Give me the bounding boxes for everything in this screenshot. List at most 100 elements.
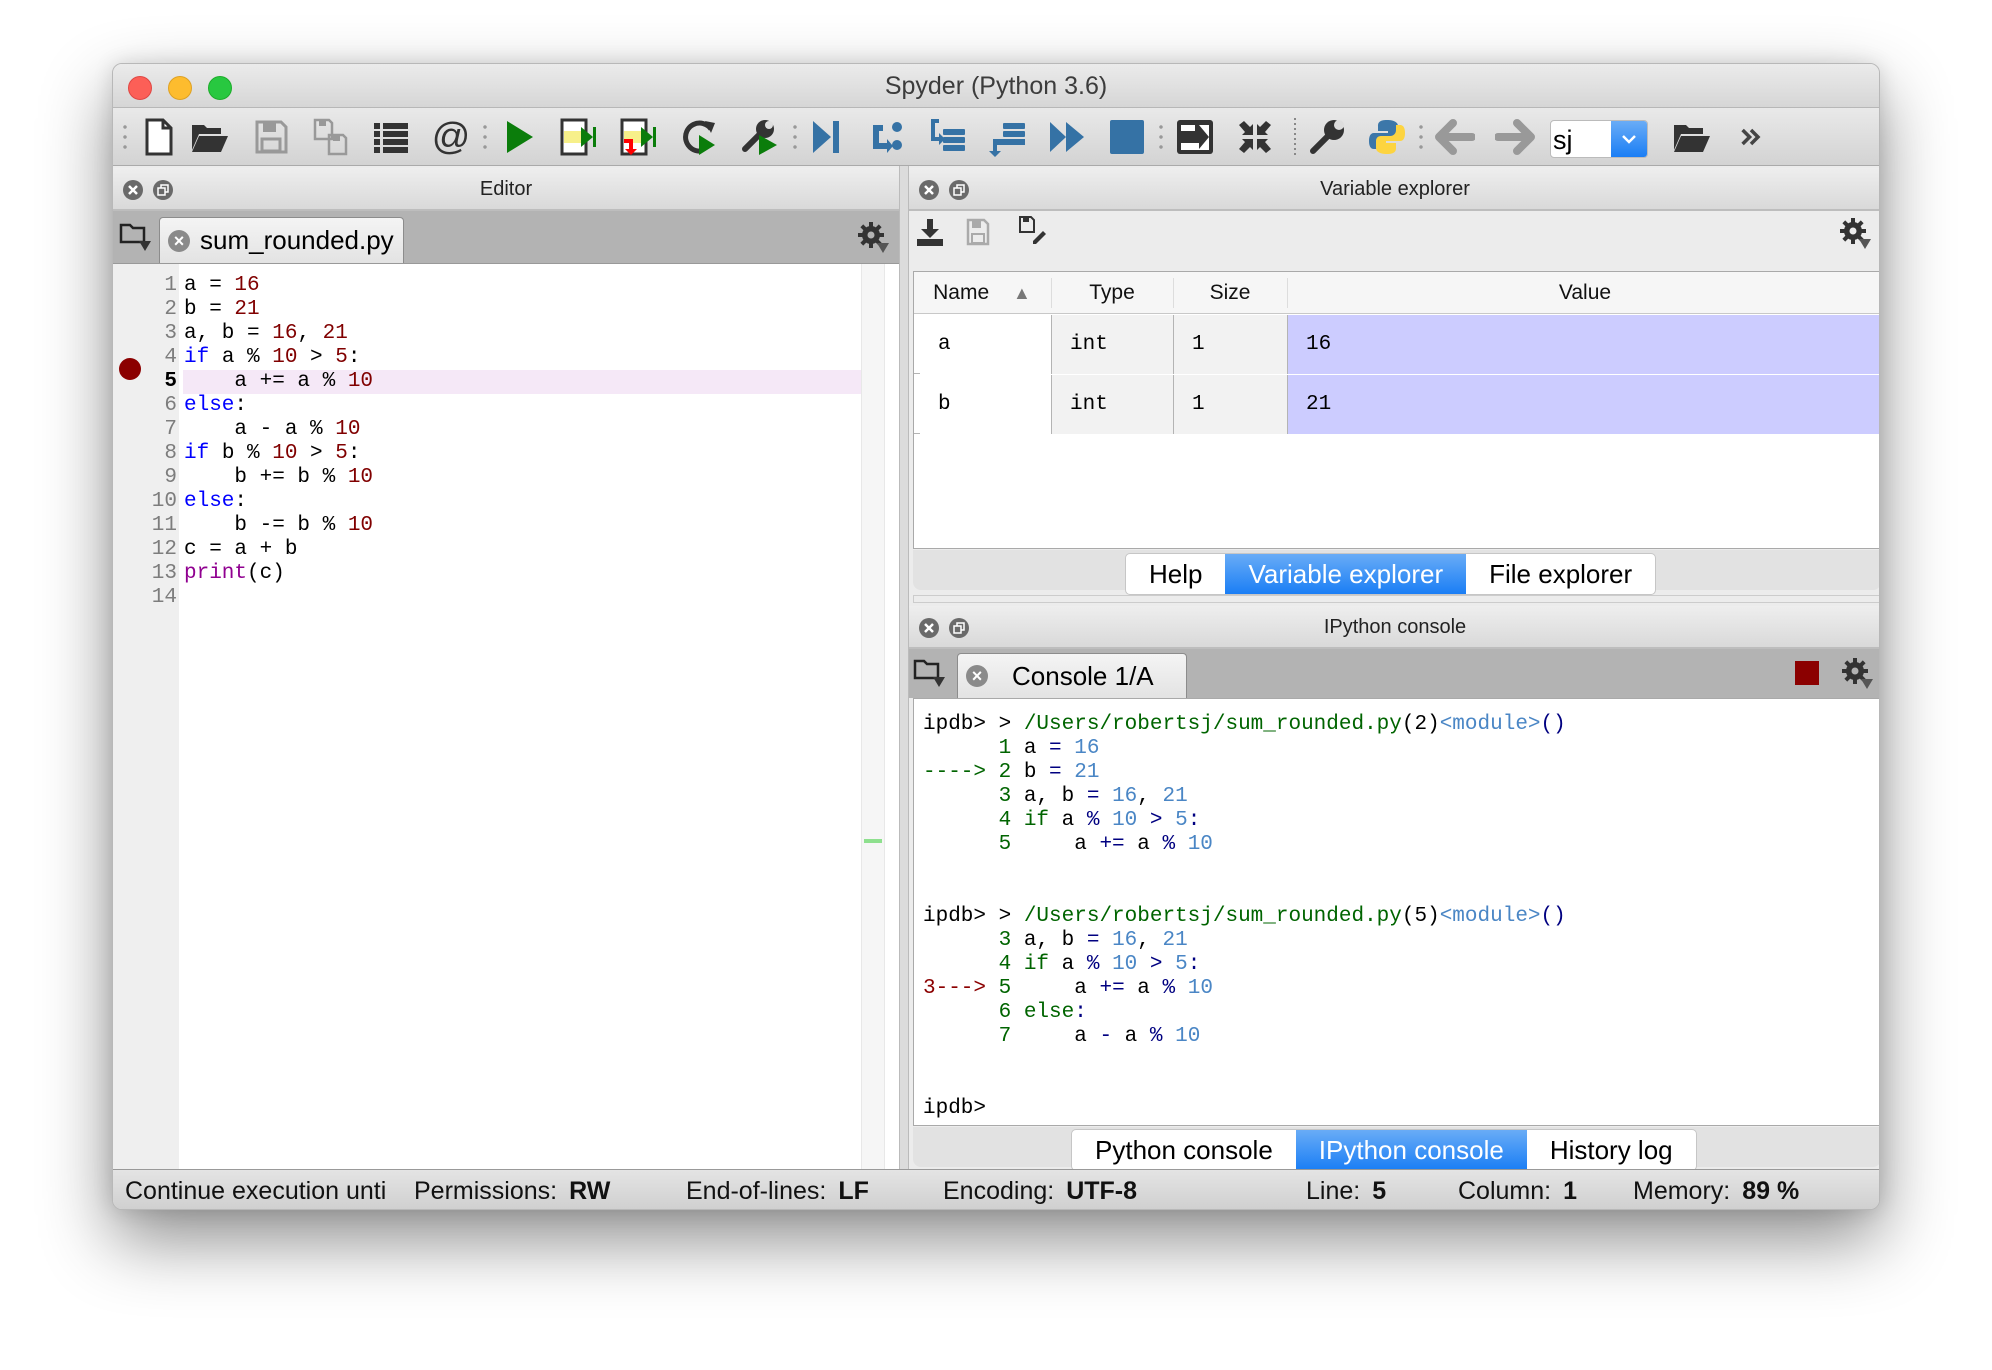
undock-pane-icon[interactable]	[949, 180, 969, 200]
cell-name[interactable]: b	[920, 375, 1052, 434]
save-data-button[interactable]	[965, 217, 991, 252]
table-row[interactable]: b int 1 21	[914, 375, 1879, 434]
save-data-as-button[interactable]	[1017, 215, 1047, 250]
fullscreen-button[interactable]	[1233, 116, 1277, 158]
cell-size[interactable]: 1	[1174, 315, 1288, 374]
code-line[interactable]: 3 a, b = 16, 21	[113, 322, 873, 346]
ipython-console-output[interactable]: ipdb> > /Users/robertsj/sum_rounded.py(2…	[913, 698, 1879, 1126]
close-pane-icon[interactable]	[919, 180, 939, 200]
cell-name[interactable]: a	[920, 315, 1052, 374]
toolbar-grip[interactable]	[123, 122, 127, 152]
cell-value[interactable]: 21	[1288, 375, 1879, 434]
undock-pane-icon[interactable]	[949, 618, 969, 638]
interrupt-kernel-button[interactable]	[1795, 661, 1819, 685]
code-line[interactable]: 2 b = 21	[113, 298, 873, 322]
tab-history-log[interactable]: History log	[1527, 1130, 1696, 1170]
cell-size[interactable]: 1	[1174, 375, 1288, 434]
column-header-value[interactable]: Value	[1288, 272, 1879, 314]
column-header-name[interactable]: Name ▲	[914, 272, 1050, 314]
toolbar-grip[interactable]	[793, 122, 797, 152]
console-options-gear-icon[interactable]	[1841, 657, 1875, 696]
browse-files-icon[interactable]	[913, 657, 947, 696]
debug-button[interactable]	[805, 116, 849, 158]
symbol-finder-button[interactable]: @	[429, 116, 473, 158]
code-text[interactable]: b += b % 10	[184, 466, 373, 490]
code-line[interactable]: 12 c = a + b	[113, 538, 873, 562]
pane-splitter[interactable]	[899, 166, 909, 1169]
toolbar-overflow-button[interactable]	[1729, 116, 1773, 158]
rerun-button[interactable]	[679, 116, 723, 158]
working-directory-dropdown-button[interactable]	[1611, 121, 1647, 157]
code-line[interactable]: 9 b += b % 10	[113, 466, 873, 490]
column-header-type[interactable]: Type	[1052, 272, 1172, 314]
preferences-button[interactable]	[1305, 116, 1349, 158]
code-line[interactable]: 14	[113, 586, 873, 610]
run-cell-button[interactable]	[557, 116, 601, 158]
editor-options-gear-icon[interactable]	[857, 221, 891, 260]
step-button[interactable]	[865, 116, 909, 158]
continue-button[interactable]	[1045, 116, 1089, 158]
step-into-button[interactable]	[925, 116, 969, 158]
browse-working-dir-button[interactable]	[1669, 116, 1713, 158]
run-cell-advance-button[interactable]	[617, 116, 661, 158]
code-line[interactable]: 8 if b % 10 > 5:	[113, 442, 873, 466]
open-file-button[interactable]	[187, 116, 231, 158]
breakpoint-marker[interactable]	[119, 358, 141, 380]
cell-type[interactable]: int	[1052, 315, 1174, 374]
window-minimize-button[interactable]	[168, 76, 192, 100]
step-return-button[interactable]	[985, 116, 1029, 158]
browse-files-icon[interactable]	[119, 221, 153, 260]
undock-pane-icon[interactable]	[153, 180, 173, 200]
code-line[interactable]: 1 a = 16	[113, 274, 873, 298]
close-pane-icon[interactable]	[123, 180, 143, 200]
code-editor[interactable]: 1 a = 16 2 b = 21 3 a, b = 16, 21 4 if a % 10 >…	[113, 263, 899, 1169]
code-line[interactable]: 7 a - a % 10	[113, 418, 873, 442]
tab-python-console[interactable]: Python console	[1072, 1130, 1296, 1170]
tab-variable-explorer[interactable]: Variable explorer	[1225, 554, 1467, 594]
save-all-button[interactable]	[309, 116, 353, 158]
window-maximize-button[interactable]	[208, 76, 232, 100]
code-line[interactable]: 5 a += a % 10	[113, 370, 873, 394]
editor-scrollbar[interactable]	[861, 264, 885, 1169]
code-text[interactable]: b -= b % 10	[184, 514, 373, 538]
code-text[interactable]: if a % 10 > 5:	[184, 346, 360, 370]
window-close-button[interactable]	[128, 76, 152, 100]
browse-tabs-button[interactable]	[369, 116, 413, 158]
code-text[interactable]: a - a % 10	[184, 418, 360, 442]
tab-help[interactable]: Help	[1126, 554, 1225, 594]
back-button[interactable]	[1433, 116, 1477, 158]
horizontal-splitter[interactable]	[913, 595, 1879, 603]
console-tab-1a[interactable]: × Console 1/A	[957, 653, 1187, 698]
tab-file-explorer[interactable]: File explorer	[1466, 554, 1655, 594]
code-line[interactable]: 13 print(c)	[113, 562, 873, 586]
forward-button[interactable]	[1493, 116, 1537, 158]
code-text[interactable]: else:	[184, 394, 247, 418]
code-text[interactable]: print(c)	[184, 562, 285, 586]
import-data-button[interactable]	[915, 217, 945, 252]
toolbar-grip[interactable]	[483, 122, 487, 152]
close-pane-icon[interactable]	[919, 618, 939, 638]
code-line[interactable]: 6 else:	[113, 394, 873, 418]
code-text[interactable]: else:	[184, 490, 247, 514]
tab-close-icon[interactable]: ×	[966, 665, 988, 687]
tab-close-icon[interactable]: ×	[168, 229, 190, 252]
code-line[interactable]: 11 b -= b % 10	[113, 514, 873, 538]
run-file-button[interactable]	[497, 116, 541, 158]
table-row[interactable]: a int 1 16	[914, 315, 1879, 374]
new-file-button[interactable]	[137, 116, 181, 158]
code-text[interactable]: b = 21	[184, 298, 260, 322]
configure-run-button[interactable]	[739, 116, 783, 158]
code-text[interactable]: c = a + b	[184, 538, 297, 562]
cell-type[interactable]: int	[1052, 375, 1174, 434]
variable-explorer-options-gear-icon[interactable]	[1839, 217, 1873, 256]
cell-value[interactable]: 16	[1288, 315, 1879, 374]
working-directory-combo[interactable]: sj	[1550, 120, 1648, 158]
toolbar-grip[interactable]	[1159, 122, 1163, 152]
code-text[interactable]: if b % 10 > 5:	[184, 442, 360, 466]
code-text[interactable]: a = 16	[184, 274, 260, 298]
save-file-button[interactable]	[249, 116, 293, 158]
code-line[interactable]: 4 if a % 10 > 5:	[113, 346, 873, 370]
column-header-size[interactable]: Size	[1174, 272, 1286, 314]
toolbar-grip[interactable]	[1419, 122, 1423, 152]
maximize-pane-button[interactable]	[1173, 116, 1217, 158]
